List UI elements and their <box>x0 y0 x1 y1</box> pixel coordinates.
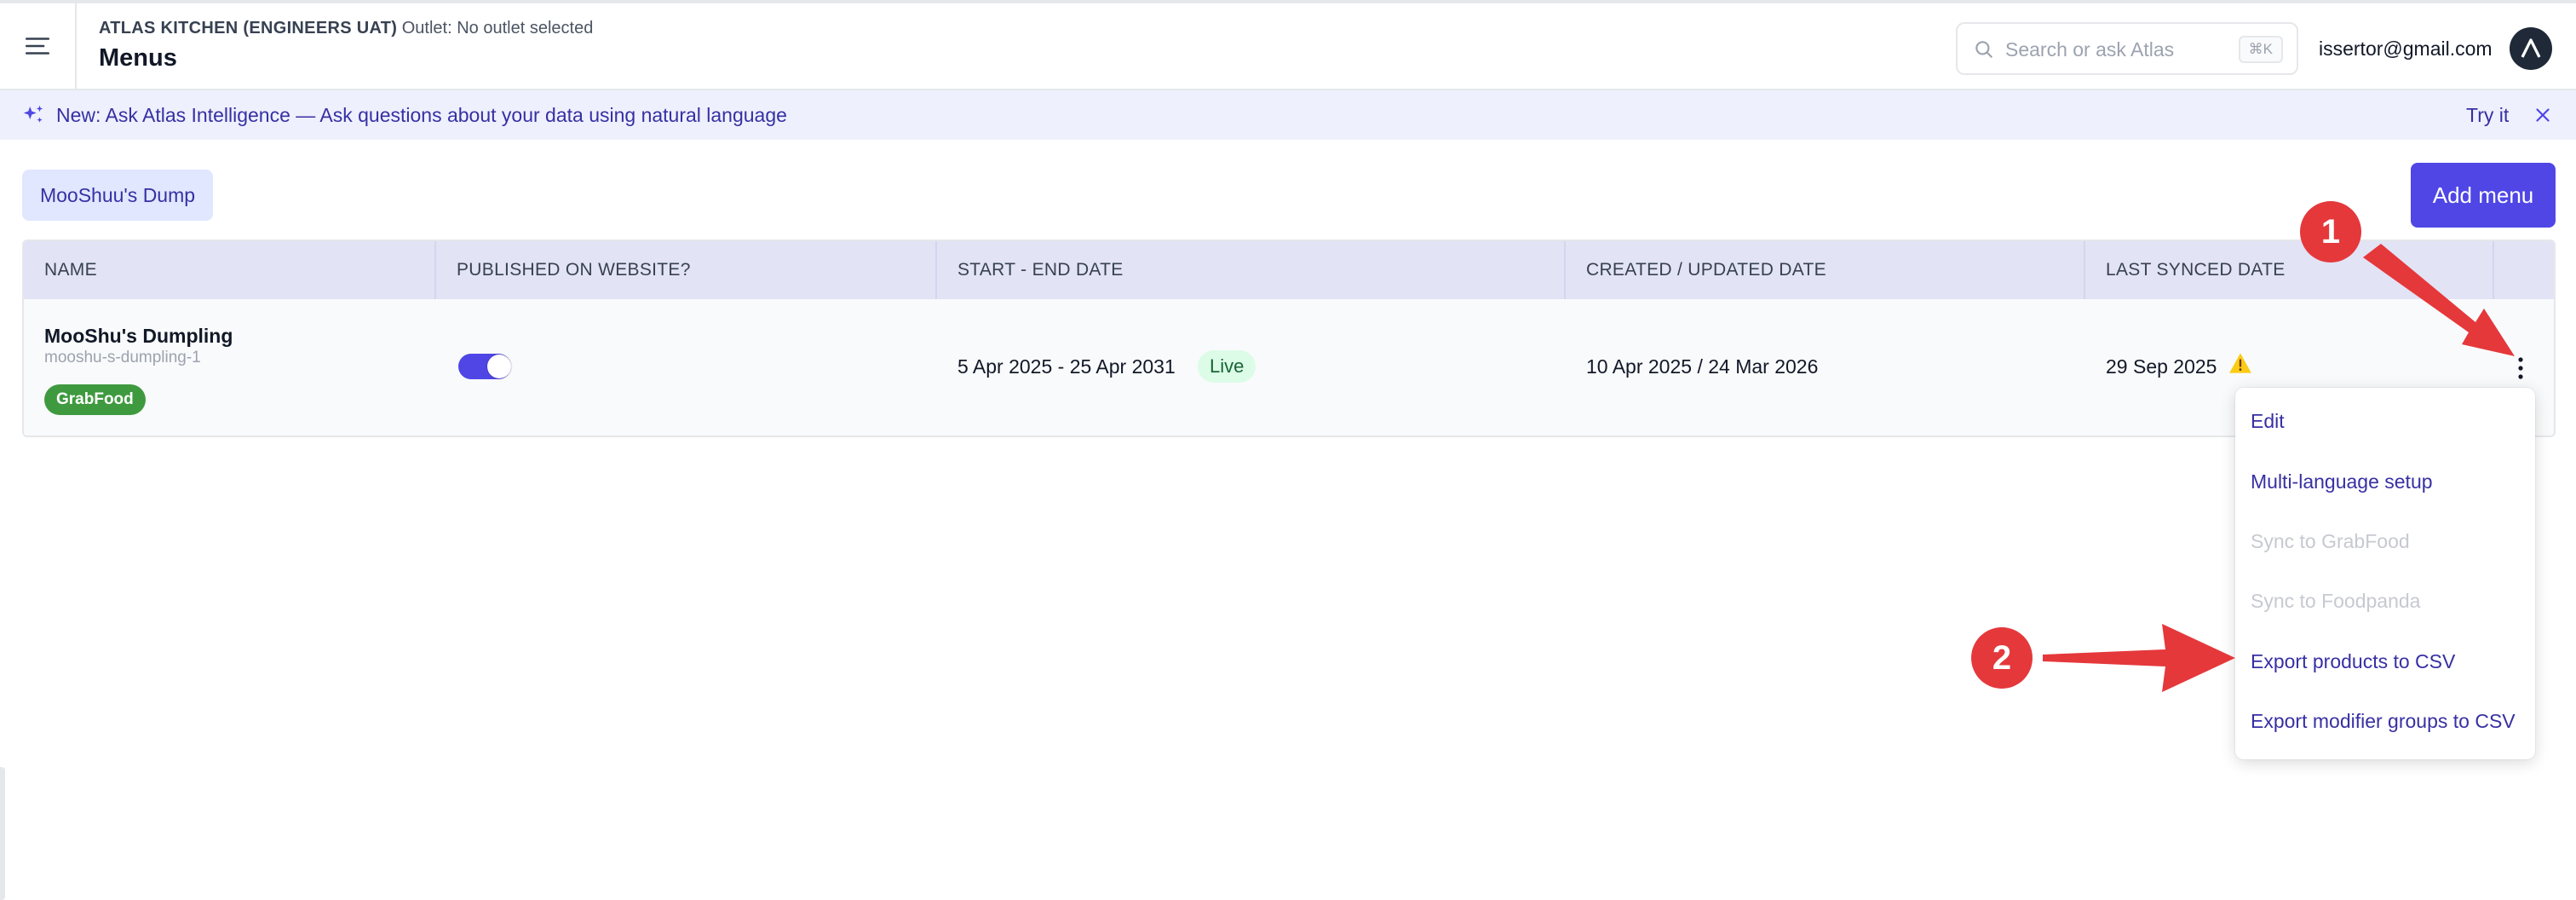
menu-toggle-button[interactable] <box>0 3 77 89</box>
warning-icon[interactable] <box>2228 352 2252 374</box>
row-actions-button[interactable] <box>2508 354 2533 383</box>
menu-item-edit[interactable]: Edit <box>2251 410 2285 433</box>
table-row[interactable]: MooShu's Dumpling mooshu-s-dumpling-1 Gr… <box>24 299 2554 436</box>
menu-item-sync-grabfood: Sync to GrabFood <box>2251 530 2410 552</box>
atlas-logo-icon <box>2521 38 2541 58</box>
row-actions-menu: Edit Multi-language setup Sync to GrabFo… <box>2235 388 2535 759</box>
hamburger-icon <box>25 38 50 55</box>
menu-item-multi-language[interactable]: Multi-language setup <box>2251 470 2433 493</box>
arrow-step-2 <box>2043 624 2235 692</box>
org-context: ATLAS KITCHEN (ENGINEERS UAT) Outlet: No… <box>99 19 593 38</box>
status-badge: Live <box>1198 350 1256 383</box>
try-it-link[interactable]: Try it <box>2466 104 2509 127</box>
annotation-step-2: 2 <box>1971 627 2033 689</box>
table-header: NAME PUBLISHED ON WEBSITE? START - END D… <box>24 241 2554 299</box>
brand-filter-chip[interactable]: MooShuu's Dump <box>22 170 213 221</box>
sparkle-icon <box>23 105 43 123</box>
column-header-name: NAME <box>44 260 97 280</box>
search-shortcut: ⌘K <box>2238 36 2283 63</box>
search-input[interactable] <box>2005 34 2218 65</box>
column-header-actions <box>2493 241 2554 299</box>
column-header-date-range: START - END DATE <box>935 241 1564 299</box>
published-toggle[interactable] <box>458 354 511 379</box>
window-edge <box>0 767 5 900</box>
menu-name[interactable]: MooShu's Dumpling <box>44 325 233 348</box>
banner-text: New: Ask Atlas Intelligence — Ask questi… <box>56 104 787 126</box>
channel-badge: GrabFood <box>44 384 146 415</box>
column-header-published: PUBLISHED ON WEBSITE? <box>434 241 935 299</box>
menu-slug: mooshu-s-dumpling-1 <box>44 349 201 366</box>
user-email[interactable]: issertor@gmail.com <box>2319 38 2493 61</box>
menu-item-sync-foodpanda: Sync to Foodpanda <box>2251 590 2421 612</box>
date-range: 5 Apr 2025 - 25 Apr 2031 <box>957 355 1176 378</box>
search-icon <box>1975 41 1992 58</box>
app-header: ATLAS KITCHEN (ENGINEERS UAT) Outlet: No… <box>0 3 2576 90</box>
created-updated-date: 10 Apr 2025 / 24 Mar 2026 <box>1586 355 1819 378</box>
last-synced-date: 29 Sep 2025 <box>2106 355 2217 378</box>
toggle-knob <box>487 355 511 378</box>
org-name: ATLAS KITCHEN (ENGINEERS UAT) <box>99 19 398 38</box>
add-menu-button[interactable]: Add menu <box>2411 163 2556 228</box>
close-icon[interactable] <box>2532 104 2554 126</box>
column-header-created-updated: CREATED / UPDATED DATE <box>1564 241 2084 299</box>
outlet-selector[interactable]: Outlet: No outlet selected <box>402 19 594 38</box>
page-title: Menus <box>99 44 177 72</box>
column-header-last-synced: LAST SYNCED DATE <box>2084 241 2493 299</box>
annotation-step-1: 1 <box>2300 201 2361 262</box>
more-vertical-icon <box>2518 357 2523 379</box>
menu-item-export-modifiers[interactable]: Export modifier groups to CSV <box>2251 710 2516 733</box>
menus-table: NAME PUBLISHED ON WEBSITE? START - END D… <box>22 239 2556 437</box>
announcement-banner: New: Ask Atlas Intelligence — Ask questi… <box>0 90 2576 140</box>
menu-item-export-products[interactable]: Export products to CSV <box>2251 650 2455 673</box>
avatar[interactable] <box>2510 27 2552 70</box>
search-box[interactable]: ⌘K <box>1956 22 2298 75</box>
